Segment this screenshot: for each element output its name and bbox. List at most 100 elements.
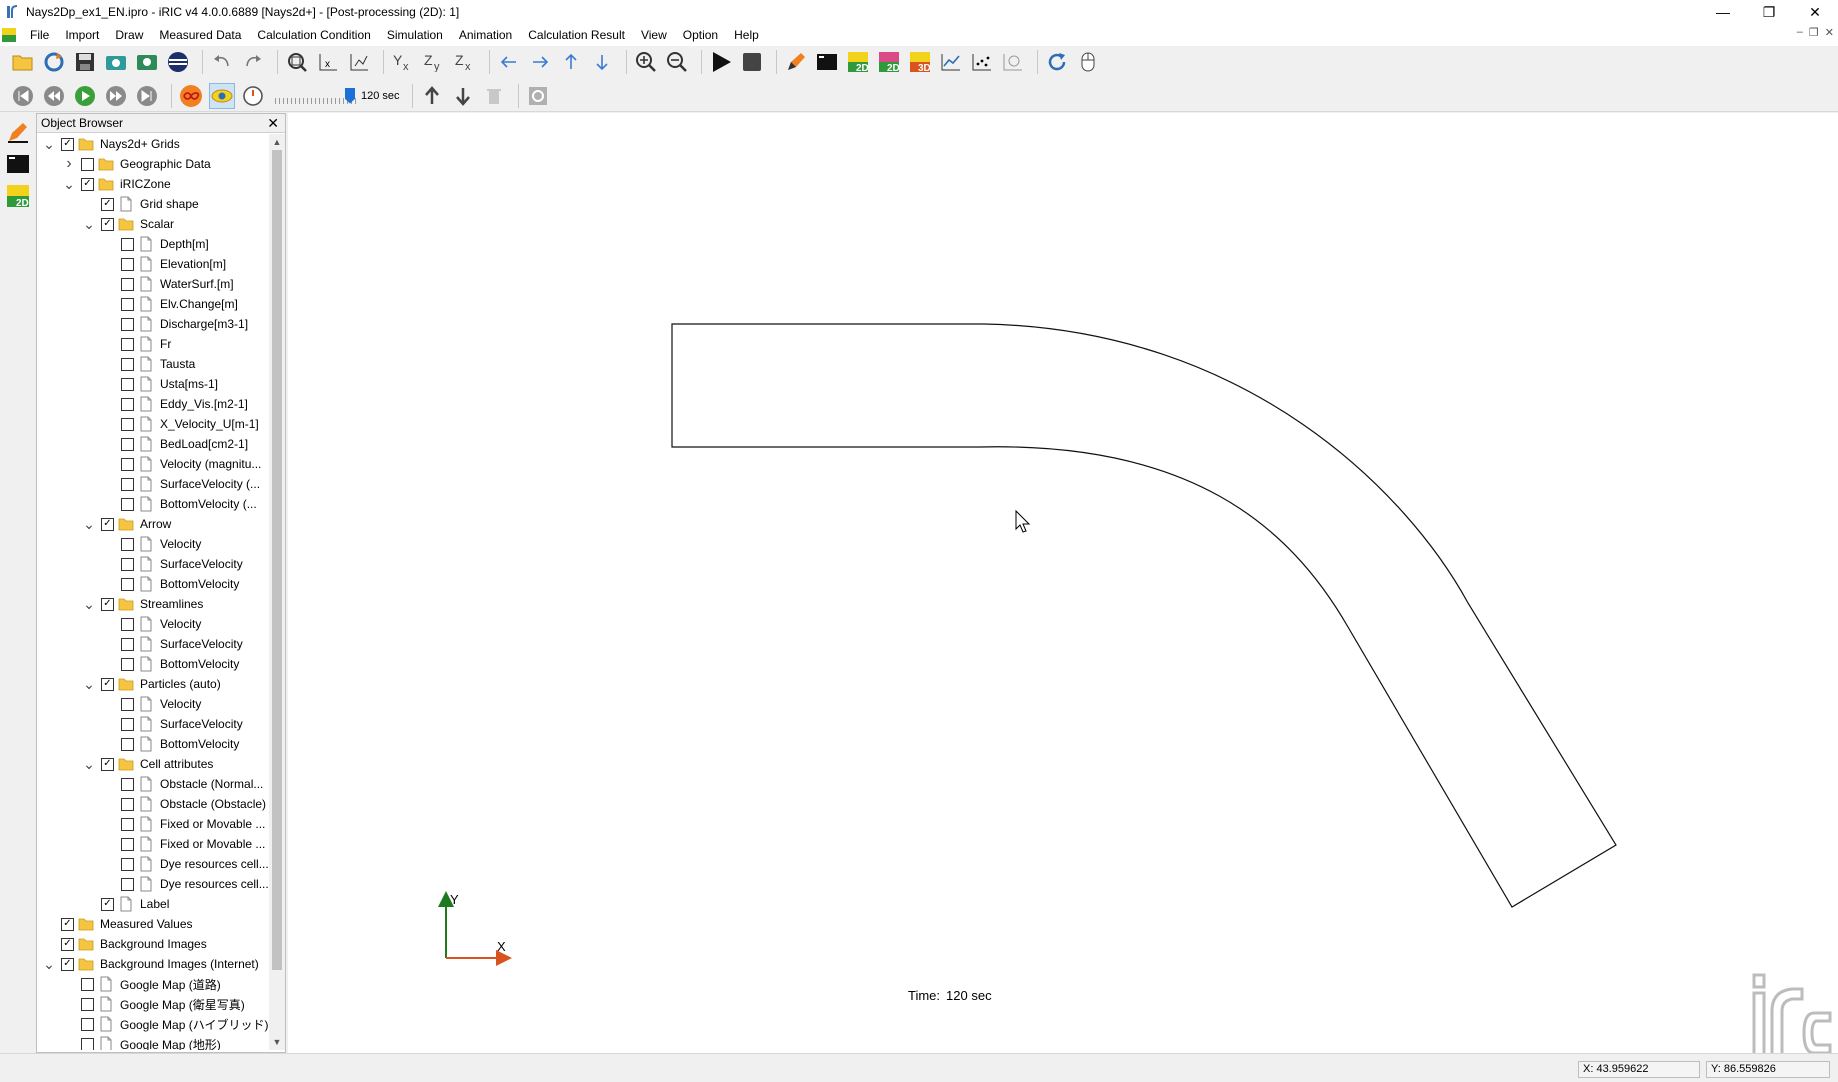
tree-item-checkbox[interactable]: ✓: [61, 137, 74, 151]
move-right-button[interactable]: [527, 49, 553, 75]
tree-item-checkbox[interactable]: [121, 877, 134, 891]
tree-item[interactable]: ✓ Label: [37, 894, 269, 914]
pre-processor-window-button[interactable]: [4, 119, 32, 145]
open-folder-button[interactable]: [10, 49, 36, 75]
scatter-graph-button[interactable]: [969, 49, 995, 75]
tree-item-checkbox[interactable]: ✓: [101, 217, 114, 231]
chevron-down-icon[interactable]: ⌄: [83, 594, 95, 614]
tree-item-checkbox[interactable]: ✓: [101, 677, 114, 691]
view-zy-button[interactable]: Zy: [421, 49, 447, 75]
tree-item-checkbox[interactable]: [121, 777, 134, 791]
tree-item-checkbox[interactable]: [81, 1017, 94, 1031]
tree-item[interactable]: Elv.Change[m]: [37, 294, 269, 314]
snapshot-button[interactable]: [103, 49, 129, 75]
tree-item[interactable]: ⌄ ✓ Nays2d+ Grids: [37, 134, 269, 154]
mouse-help-button[interactable]: [1075, 49, 1101, 75]
tree-item[interactable]: ⌄ ✓ Cell attributes: [37, 754, 269, 774]
refresh-button[interactable]: [1044, 49, 1070, 75]
tree-item[interactable]: Obstacle (Obstacle): [37, 794, 269, 814]
tree-item-checkbox[interactable]: ✓: [61, 957, 74, 971]
tree-item-checkbox[interactable]: [121, 437, 134, 451]
chevron-down-icon[interactable]: ⌄: [83, 514, 95, 534]
next-step-button[interactable]: [103, 83, 129, 109]
tree-item-checkbox[interactable]: [121, 257, 134, 271]
tree-item-checkbox[interactable]: [121, 637, 134, 651]
solver-console-button[interactable]: [814, 49, 840, 75]
tree-item-checkbox[interactable]: [121, 557, 134, 571]
tree-item[interactable]: Dye resources cell...: [37, 854, 269, 874]
post-2d-bird-button[interactable]: 2D: [876, 49, 902, 75]
tree-item-checkbox[interactable]: [121, 737, 134, 751]
tree-item-checkbox[interactable]: [81, 997, 94, 1011]
tree-item-checkbox[interactable]: [121, 397, 134, 411]
tree-item[interactable]: Obstacle (Normal...: [37, 774, 269, 794]
tree-item-checkbox[interactable]: [121, 457, 134, 471]
menu-simulation[interactable]: Simulation: [379, 24, 451, 46]
tree-item-checkbox[interactable]: [121, 497, 134, 511]
tree-item[interactable]: Google Map (地形): [37, 1034, 269, 1050]
axis-xy-button[interactable]: [346, 49, 372, 75]
play-animation-button[interactable]: [72, 83, 98, 109]
menu-import[interactable]: Import: [57, 24, 107, 46]
post-2d-button[interactable]: 2D: [845, 49, 871, 75]
tree-item[interactable]: Velocity: [37, 614, 269, 634]
tree-item[interactable]: ✓ Background Images: [37, 934, 269, 954]
move-down-button[interactable]: [589, 49, 615, 75]
chevron-down-icon[interactable]: ⌄: [83, 754, 95, 774]
tree-item[interactable]: ⌄ ✓ Background Images (Internet): [37, 954, 269, 974]
tree-item-checkbox[interactable]: [121, 317, 134, 331]
tree-item[interactable]: Velocity: [37, 534, 269, 554]
tree-item[interactable]: Fixed or Movable ...: [37, 814, 269, 834]
close-button[interactable]: ✕: [1792, 0, 1838, 24]
menu-draw[interactable]: Draw: [107, 24, 151, 46]
scrollbar-thumb[interactable]: [272, 150, 282, 970]
tree-item[interactable]: SurfaceVelocity (...: [37, 474, 269, 494]
tree-item[interactable]: Google Map (道路): [37, 974, 269, 994]
tree-item-checkbox[interactable]: [121, 277, 134, 291]
first-step-button[interactable]: [10, 83, 36, 109]
menu-calculation-result[interactable]: Calculation Result: [520, 24, 633, 46]
tree-item[interactable]: Depth[m]: [37, 234, 269, 254]
tree-item[interactable]: Velocity: [37, 694, 269, 714]
tree-item[interactable]: BedLoad[cm2-1]: [37, 434, 269, 454]
tree-item-checkbox[interactable]: [121, 537, 134, 551]
follow-step-button[interactable]: [209, 82, 235, 109]
tree-item[interactable]: BottomVelocity: [37, 734, 269, 754]
redo-button[interactable]: [240, 49, 266, 75]
move-up-button[interactable]: [558, 49, 584, 75]
view-yx-button[interactable]: Yx: [390, 49, 416, 75]
view-zx-button[interactable]: Zx: [452, 49, 478, 75]
previous-step-button[interactable]: [41, 83, 67, 109]
minimize-button[interactable]: —: [1700, 0, 1746, 24]
tree-item-checkbox[interactable]: [121, 797, 134, 811]
mdi-close-button[interactable]: ✕: [1825, 26, 1834, 39]
tree-item[interactable]: BottomVelocity: [37, 574, 269, 594]
menu-measured-data[interactable]: Measured Data: [151, 24, 249, 46]
tree-item[interactable]: BottomVelocity (...: [37, 494, 269, 514]
tree-item-checkbox[interactable]: [121, 617, 134, 631]
tree-item-checkbox[interactable]: [121, 377, 134, 391]
loop-button[interactable]: [178, 83, 204, 109]
post-3d-button[interactable]: 3D: [907, 49, 933, 75]
tree-item-checkbox[interactable]: ✓: [81, 177, 94, 191]
scroll-up-icon[interactable]: ▲: [269, 134, 285, 150]
zoom-in-button[interactable]: [633, 49, 659, 75]
delete-item-button[interactable]: [481, 83, 507, 109]
tree-item-checkbox[interactable]: [81, 1037, 94, 1050]
solver-console-window-button[interactable]: [4, 151, 32, 177]
close-icon[interactable]: ✕: [267, 115, 279, 132]
animation-speed-slider[interactable]: [275, 86, 357, 106]
tree-item-checkbox[interactable]: [121, 577, 134, 591]
move-left-button[interactable]: [496, 49, 522, 75]
tree-item[interactable]: Elevation[m]: [37, 254, 269, 274]
tree-scrollbar[interactable]: ▲ ▼: [269, 134, 285, 1050]
continuous-snapshot-button[interactable]: [134, 49, 160, 75]
zoom-fit-button[interactable]: [284, 49, 310, 75]
stop-button[interactable]: [739, 49, 765, 75]
tree-item[interactable]: BottomVelocity: [37, 654, 269, 674]
last-step-button[interactable]: [134, 83, 160, 109]
tree-item[interactable]: ✓ Measured Values: [37, 914, 269, 934]
graph-zoom-button[interactable]: [1000, 49, 1026, 75]
tree-item-checkbox[interactable]: ✓: [101, 757, 114, 771]
move-up-item-button[interactable]: [419, 83, 445, 109]
